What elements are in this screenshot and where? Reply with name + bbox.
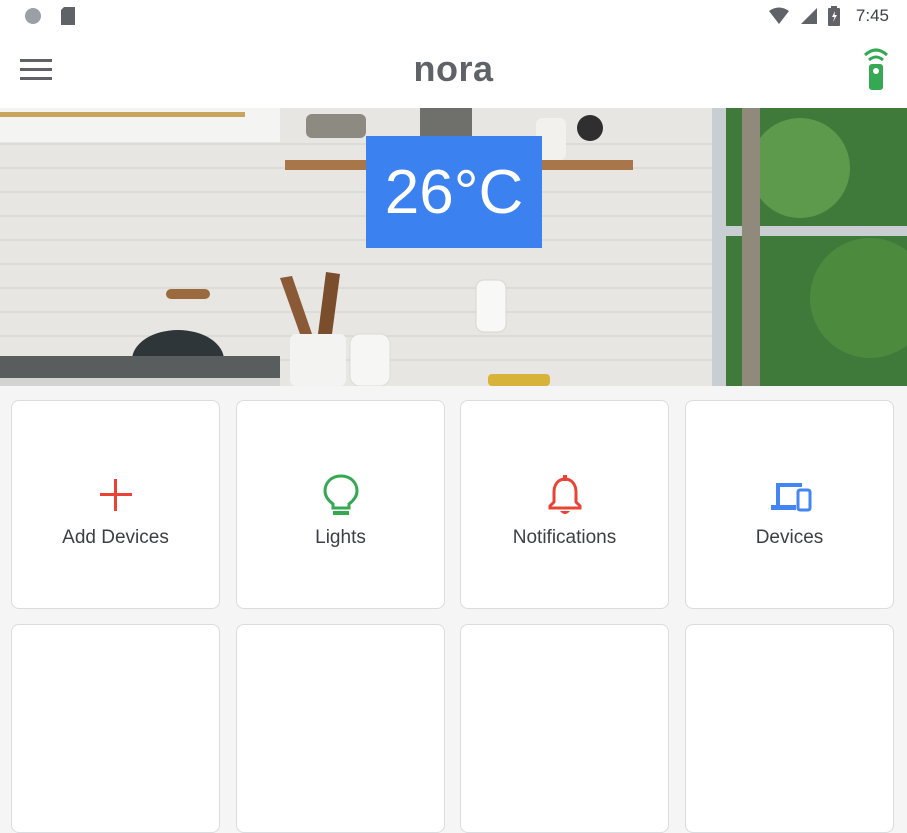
remote-button[interactable] xyxy=(863,46,889,92)
status-time: 7:45 xyxy=(855,6,889,25)
tiles-grid: Add Devices Lights Notifications Devices xyxy=(0,386,907,833)
app-title: nora xyxy=(413,48,494,89)
tile-row2-4[interactable] xyxy=(685,624,894,833)
tile-icon-wrap xyxy=(461,473,668,517)
battery-icon xyxy=(827,6,840,26)
bell-icon xyxy=(548,475,581,514)
tile-icon-wrap xyxy=(686,473,893,517)
status-left xyxy=(24,6,76,26)
tile-icon-wrap xyxy=(237,473,444,517)
signal-icon xyxy=(800,8,817,24)
tile-add-devices[interactable]: Add Devices xyxy=(11,400,220,609)
wifi-icon xyxy=(768,7,789,24)
tile-row2-2[interactable] xyxy=(236,624,445,833)
tile-label: Add Devices xyxy=(62,527,169,548)
tile-notifications[interactable]: Notifications xyxy=(460,400,669,609)
temperature-badge[interactable]: 26°C xyxy=(366,136,542,248)
tile-devices[interactable]: Devices xyxy=(685,400,894,609)
tile-lights[interactable]: Lights xyxy=(236,400,445,609)
tile-row2-3[interactable] xyxy=(460,624,669,833)
remote-icon xyxy=(863,48,889,90)
tile-row2-1[interactable] xyxy=(11,624,220,833)
status-right: 7:45 xyxy=(768,6,889,26)
tile-label: Notifications xyxy=(512,527,617,548)
tile-icon-wrap xyxy=(12,473,219,517)
circle-icon xyxy=(25,8,41,24)
status-bar: 7:45 xyxy=(0,0,907,34)
tile-label: Devices xyxy=(755,527,824,548)
lightbulb-icon xyxy=(322,474,359,515)
plus-icon xyxy=(99,479,132,511)
app-bar: nora xyxy=(0,34,907,108)
tile-label: Lights xyxy=(315,527,366,548)
sd-card-icon xyxy=(61,7,75,25)
devices-icon xyxy=(770,483,811,512)
hero-image: 26°C xyxy=(0,108,907,386)
